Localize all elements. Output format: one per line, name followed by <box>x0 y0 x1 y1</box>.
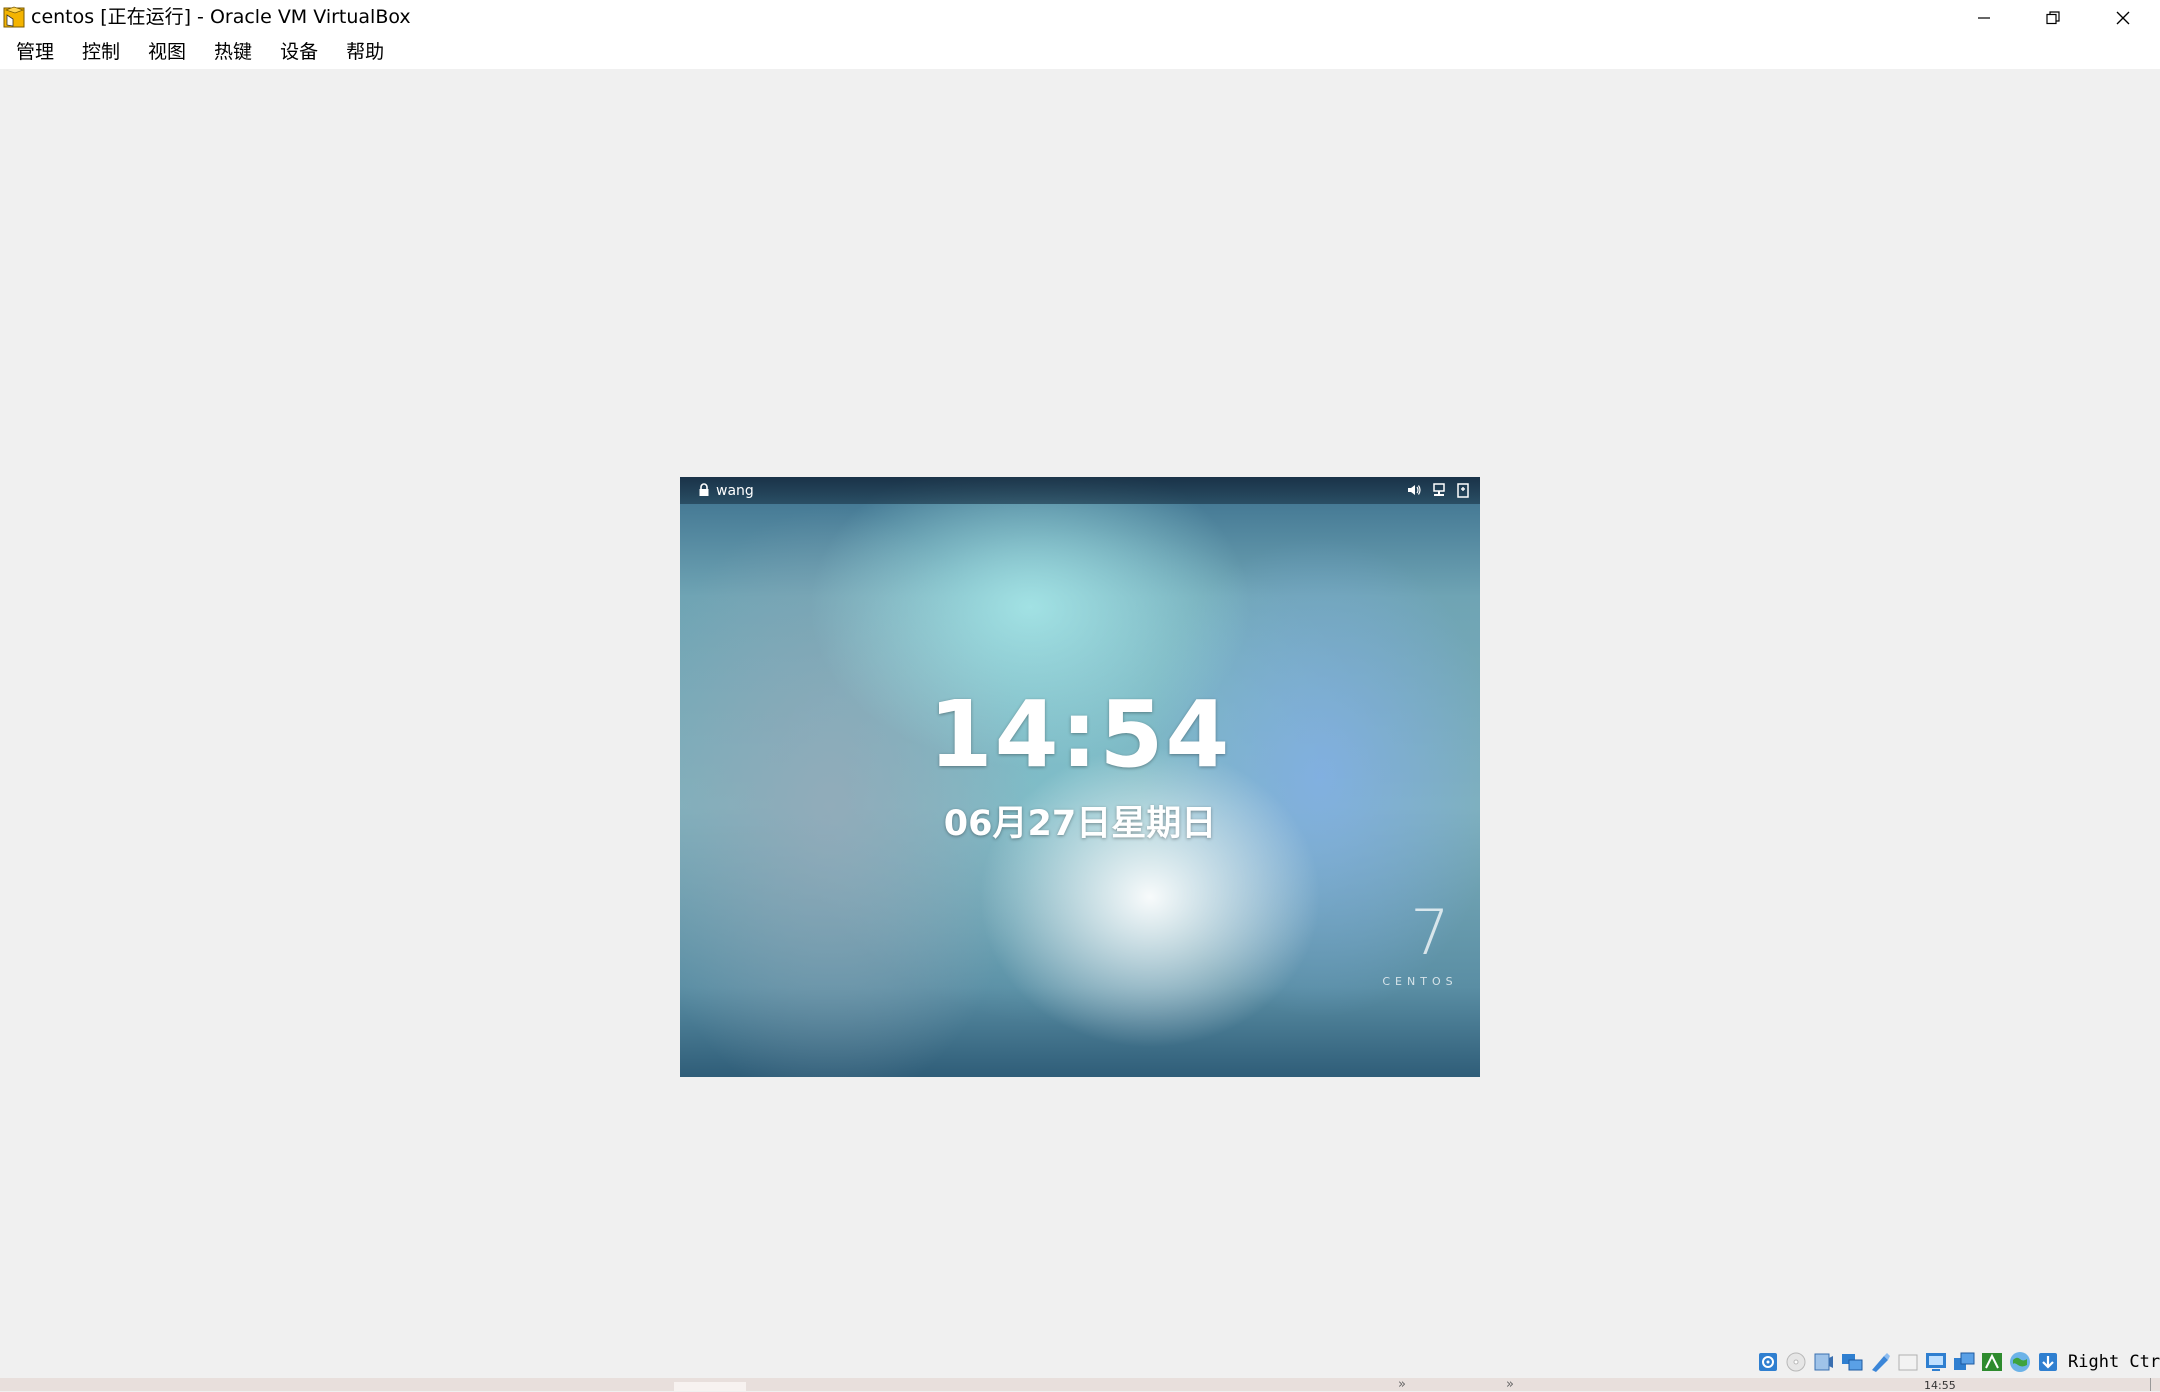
taskbar-active-app[interactable] <box>674 1382 746 1391</box>
cpu-activity-icon[interactable] <box>2008 1350 2032 1374</box>
power-icon[interactable] <box>1455 482 1471 498</box>
lock-screen-date: 06月27日星期日 <box>943 804 1217 844</box>
audio-icon[interactable] <box>1812 1350 1836 1374</box>
virtualbox-app-icon <box>3 6 25 28</box>
session-user-label: wang <box>716 483 754 499</box>
vm-display-area[interactable]: wang 14:54 06月27日星期日 7 CENTOS <box>0 69 2160 1375</box>
minimize-icon <box>1978 16 1990 19</box>
taskbar-clock: 14:55 <box>1924 1379 1956 1392</box>
keyboard-capture-icon[interactable] <box>2036 1350 2060 1374</box>
minimize-button[interactable] <box>1950 0 2018 35</box>
video-capture-icon[interactable] <box>1952 1350 1976 1374</box>
menu-view[interactable]: 视图 <box>138 37 196 67</box>
guest-screen[interactable]: wang 14:54 06月27日星期日 7 CENTOS <box>680 477 1480 1077</box>
window-titlebar[interactable]: centos [正在运行] - Oracle VM VirtualBox <box>0 0 2160 35</box>
status-icons <box>1756 1349 2060 1375</box>
centos-version: 7 <box>1410 896 1450 969</box>
menu-devices[interactable]: 设备 <box>270 37 328 67</box>
usb-icon[interactable] <box>1868 1350 1892 1374</box>
restore-icon <box>2046 10 2060 24</box>
window-title: centos [正在运行] - Oracle VM VirtualBox <box>31 6 411 28</box>
display-icon[interactable] <box>1924 1350 1948 1374</box>
lock-screen-time: 14:54 <box>928 681 1232 788</box>
menu-hotkeys[interactable]: 热键 <box>204 37 262 67</box>
centos-logo: 7 CENTOS <box>1380 896 1475 989</box>
host-taskbar: » » 14:55 <box>0 1378 2160 1391</box>
volume-icon[interactable] <box>1406 482 1422 498</box>
taskbar-divider <box>2150 1378 2151 1391</box>
network-icon[interactable] <box>1840 1350 1864 1374</box>
lock-icon <box>699 483 709 496</box>
restore-button[interactable] <box>2019 0 2087 35</box>
host-key-label: Right Ctrl <box>2068 1352 2160 1372</box>
menu-control[interactable]: 控制 <box>72 37 130 67</box>
chevron-right-icon[interactable]: » <box>1398 1378 1406 1391</box>
centos-wordmark: CENTOS <box>1382 975 1458 988</box>
menu-bar: 管理 控制 视图 热键 设备 帮助 <box>0 35 2160 69</box>
hard-disk-icon[interactable] <box>1756 1350 1780 1374</box>
menu-help[interactable]: 帮助 <box>336 37 394 67</box>
chevron-right-icon[interactable]: » <box>1506 1378 1514 1391</box>
close-icon <box>2116 11 2130 24</box>
network-icon[interactable] <box>1431 482 1447 498</box>
close-button[interactable] <box>2089 0 2157 35</box>
mouse-integration-icon[interactable] <box>1980 1350 2004 1374</box>
optical-drive-icon[interactable] <box>1784 1350 1808 1374</box>
vm-status-bar: Right Ctrl <box>0 1345 2160 1377</box>
menu-manage[interactable]: 管理 <box>6 37 64 67</box>
shared-folders-icon[interactable] <box>1896 1350 1920 1374</box>
guest-top-bar: wang <box>680 477 1480 504</box>
